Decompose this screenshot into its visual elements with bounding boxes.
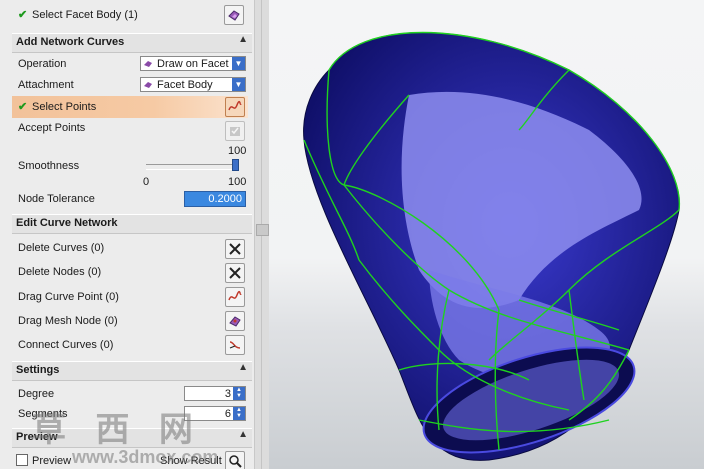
accept-points-label: Accept Points <box>18 122 86 134</box>
node-tolerance-label: Node Tolerance <box>18 193 95 205</box>
segments-value: 6 <box>224 408 231 420</box>
attachment-dropdown[interactable]: Facet Body ▼ <box>140 77 246 92</box>
section-add-network-curves[interactable]: Add Network Curves ▲ <box>12 33 252 53</box>
section-title: Add Network Curves <box>16 36 125 48</box>
delete-curves-icon[interactable] <box>225 239 245 259</box>
stepper-arrows-icon[interactable]: ▲ ▼ <box>233 407 245 420</box>
select-facet-body-row[interactable]: ✔ Select Facet Body (1) <box>0 0 254 30</box>
preview-label: Preview <box>32 455 72 467</box>
chevron-down-icon[interactable]: ▼ <box>232 57 245 70</box>
degree-stepper[interactable]: 3 ▲ ▼ <box>184 386 246 401</box>
preview-checkbox[interactable] <box>16 454 28 466</box>
panel-scrollbar[interactable] <box>254 0 270 469</box>
smoothness-label: Smoothness <box>18 160 80 172</box>
section-settings[interactable]: Settings ▲ <box>12 361 252 381</box>
watermark-url: www.3dmox.com <box>72 447 219 467</box>
smoothness-max: 100 <box>228 176 247 188</box>
drag-curve-point-label: Drag Curve Point (0) <box>18 291 119 303</box>
draw-on-facet-icon <box>144 61 152 67</box>
select-points-label: Select Points <box>32 101 97 113</box>
check-icon: ✔ <box>18 101 28 113</box>
select-points-curve-icon[interactable] <box>225 97 245 117</box>
delete-nodes-icon[interactable] <box>225 263 245 283</box>
stepper-arrows-icon[interactable]: ▲ ▼ <box>233 387 245 400</box>
collapse-icon[interactable]: ▲ <box>238 429 248 440</box>
node-tolerance-input[interactable]: 0.2000 <box>184 191 246 207</box>
delete-curves-label: Delete Curves (0) <box>18 242 105 254</box>
drag-curve-point-icon[interactable] <box>225 287 245 307</box>
operation-label: Operation <box>18 58 67 70</box>
degree-value: 3 <box>224 388 231 400</box>
facet-body-select-icon[interactable] <box>224 5 244 25</box>
check-icon: ✔ <box>18 9 28 21</box>
watermark-chars: 草 西 网 <box>32 411 203 449</box>
connect-curves-label: Connect Curves (0) <box>18 339 114 351</box>
show-result-icon[interactable] <box>225 451 245 469</box>
chevron-down-icon[interactable]: ▼ <box>232 78 245 91</box>
smoothness-min: 0 <box>143 176 150 188</box>
facet-body-icon <box>144 82 152 88</box>
collapse-icon[interactable]: ▲ <box>238 34 248 45</box>
section-edit-curve-network[interactable]: Edit Curve Network <box>12 214 252 234</box>
delete-nodes-label: Delete Nodes (0) <box>18 266 102 278</box>
smoothness-value: 100 <box>228 145 247 157</box>
graphics-viewport[interactable] <box>269 0 704 469</box>
section-title: Edit Curve Network <box>16 217 118 229</box>
drag-mesh-node-label: Drag Mesh Node (0) <box>18 315 118 327</box>
attachment-value: Facet Body <box>157 79 213 91</box>
scrollbar-thumb[interactable] <box>256 224 269 236</box>
accept-points-icon[interactable] <box>225 121 245 141</box>
operation-value: Draw on Facet <box>157 58 229 70</box>
attachment-label: Attachment <box>18 79 74 91</box>
operation-dropdown[interactable]: Draw on Facet ▼ <box>140 56 246 71</box>
drag-mesh-node-icon[interactable] <box>225 311 245 331</box>
connect-curves-icon[interactable] <box>225 335 245 355</box>
properties-panel: ✔ Select Facet Body (1) Add Network Curv… <box>0 0 255 469</box>
smoothness-slider-track[interactable] <box>146 164 238 170</box>
collapse-icon[interactable]: ▲ <box>238 362 248 373</box>
select-facet-body-label: Select Facet Body (1) <box>32 9 138 21</box>
degree-label: Degree <box>18 388 55 400</box>
facet-body-model[interactable] <box>269 0 704 469</box>
section-title: Settings <box>16 364 60 376</box>
smoothness-slider-thumb[interactable] <box>232 159 239 171</box>
